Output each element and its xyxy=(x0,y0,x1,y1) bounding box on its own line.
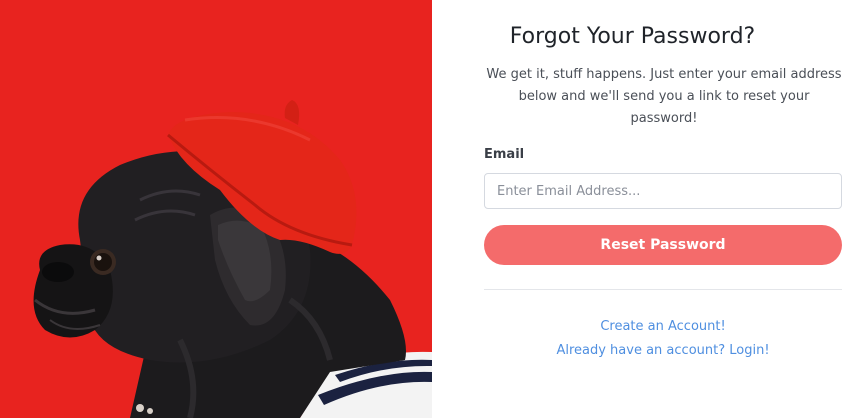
login-link[interactable]: Already have an account? Login! xyxy=(484,343,842,358)
divider xyxy=(484,289,842,290)
forgot-password-page: Forgot Your Password? We get it, stuff h… xyxy=(0,0,865,418)
reset-password-button[interactable]: Reset Password xyxy=(484,225,842,265)
create-account-link[interactable]: Create an Account! xyxy=(484,319,842,334)
pug-in-beret-illustration xyxy=(0,0,432,418)
page-subtitle: We get it, stuff happens. Just enter you… xyxy=(486,67,842,126)
page-title: Forgot Your Password? xyxy=(509,24,756,49)
pug-image-panel xyxy=(0,0,432,418)
email-input[interactable] xyxy=(484,173,842,209)
email-label: Email xyxy=(484,147,525,162)
forgot-password-form-panel: Forgot Your Password? We get it, stuff h… xyxy=(432,0,865,418)
